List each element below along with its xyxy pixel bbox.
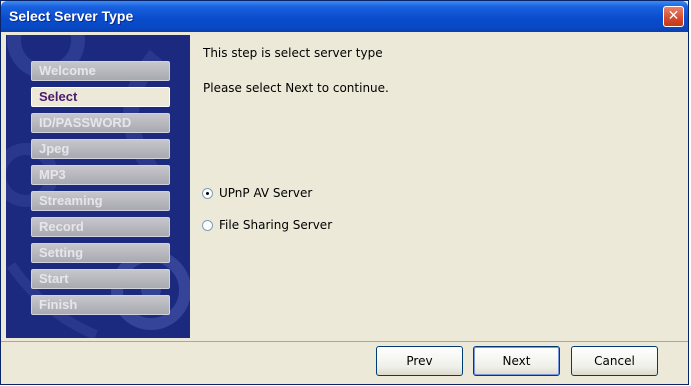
- sidebar-step-record: Record: [31, 217, 170, 237]
- window-title: Select Server Type: [9, 8, 134, 24]
- sidebar-step-jpeg: Jpeg: [31, 139, 170, 159]
- sidebar-step-setting: Setting: [31, 243, 170, 263]
- radio-file-sharing-server[interactable]: [202, 219, 213, 231]
- sidebar-step-mp3: MP3: [31, 165, 170, 185]
- sidebar-step-select: Select: [31, 87, 170, 107]
- option-upnp-av-server[interactable]: UPnP AV Server: [202, 184, 312, 202]
- cancel-button[interactable]: Cancel: [571, 346, 658, 376]
- sidebar-step-id-password: ID/PASSWORD: [31, 113, 170, 133]
- option-label: File Sharing Server: [219, 218, 333, 232]
- option-label: UPnP AV Server: [219, 186, 313, 200]
- footer-divider: [1, 341, 688, 342]
- prev-button[interactable]: Prev: [376, 346, 463, 376]
- sidebar-step-streaming: Streaming: [31, 191, 170, 211]
- step-description: This step is select server type: [203, 46, 383, 60]
- sidebar-step-start: Start: [31, 269, 170, 289]
- close-button[interactable]: ✕: [663, 6, 684, 27]
- sidebar-step-finish: Finish: [31, 295, 170, 315]
- option-file-sharing-server[interactable]: File Sharing Server: [202, 216, 332, 234]
- title-bar[interactable]: Select Server Type ✕: [1, 1, 688, 32]
- next-button[interactable]: Next: [473, 346, 560, 376]
- sidebar-step-welcome: Welcome: [31, 61, 170, 81]
- dialog-window: Select Server Type ✕ Welcome Select ID/P…: [0, 0, 689, 385]
- step-instruction: Please select Next to continue.: [203, 81, 389, 95]
- radio-upnp-av-server[interactable]: [202, 187, 213, 199]
- wizard-sidebar: Welcome Select ID/PASSWORD Jpeg MP3 Stre…: [6, 35, 190, 338]
- close-icon: ✕: [667, 8, 680, 24]
